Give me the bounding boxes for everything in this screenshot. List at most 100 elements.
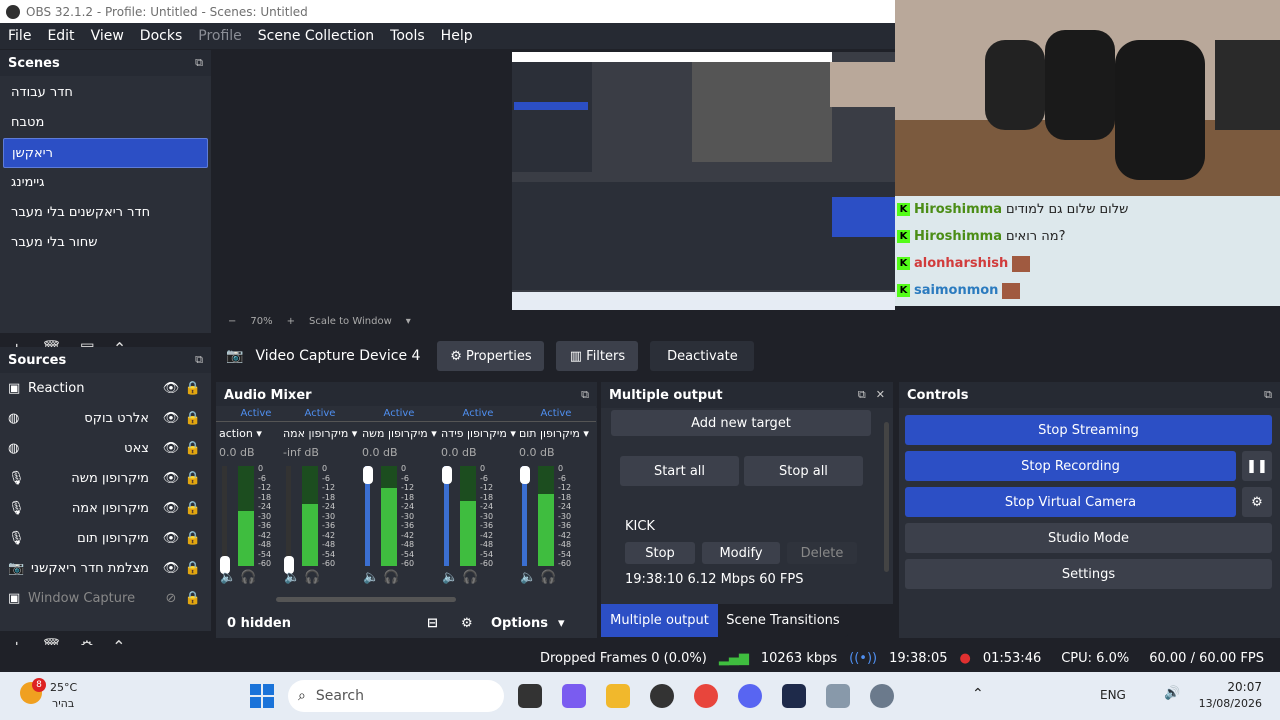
multi-scrollbar[interactable] <box>884 422 889 572</box>
scale-mode[interactable]: Scale to Window <box>309 316 392 327</box>
start-all-button[interactable]: Start all <box>620 456 739 486</box>
undock-icon[interactable]: ⧉ <box>858 388 866 402</box>
eye-hidden-icon[interactable]: ⊘ <box>159 591 183 606</box>
source-item[interactable]: ◍ אלרט בוקס 👁 🔒 <box>0 403 211 433</box>
lock-icon[interactable]: 🔒 <box>183 591 203 606</box>
source-item[interactable]: 📷 מצלמת חדר ריאקשני 👁 🔒 <box>0 553 211 583</box>
channel-name[interactable]: מיקרופון פידה ▾ <box>438 422 518 446</box>
app-icon[interactable] <box>826 684 850 708</box>
menu-file[interactable]: File <box>0 28 39 44</box>
obs-icon[interactable] <box>650 684 674 708</box>
scene-item[interactable]: מטבח <box>0 108 211 138</box>
menu-profile[interactable]: Profile <box>190 28 250 44</box>
menu-help[interactable]: Help <box>433 28 481 44</box>
headphones-icon[interactable]: 🎧 <box>383 570 399 585</box>
stop-streaming-button[interactable]: Stop Streaming <box>905 415 1272 445</box>
eye-icon[interactable]: 👁 <box>159 471 183 486</box>
scene-item-selected[interactable]: ריאקשן <box>3 138 208 168</box>
clock-time[interactable]: 20:07 <box>1200 680 1262 694</box>
chrome-icon[interactable] <box>694 684 718 708</box>
studio-mode-button[interactable]: Studio Mode <box>905 523 1272 553</box>
speaker-icon[interactable]: 🔈 <box>220 570 236 585</box>
volume-icon[interactable]: 🔊 <box>1164 686 1180 701</box>
scene-item[interactable]: גיימינג <box>0 168 211 198</box>
undock-icon[interactable]: ⧉ <box>195 56 203 70</box>
headphones-icon[interactable]: 🎧 <box>540 570 556 585</box>
mixer-scrollbar[interactable] <box>276 597 456 602</box>
channel-name[interactable]: מיקרופון תום ▾ <box>516 422 596 446</box>
fader-knob[interactable] <box>442 466 452 484</box>
speaker-icon[interactable]: 🔈 <box>284 570 300 585</box>
delete-button[interactable]: Delete <box>787 542 857 564</box>
source-item[interactable]: 🎙 מיקרופון אמה 👁 🔒 <box>0 493 211 523</box>
eye-icon[interactable]: 👁 <box>159 501 183 516</box>
lock-icon[interactable]: 🔒 <box>183 531 203 546</box>
chevron-down-icon[interactable]: ▾ <box>558 616 565 631</box>
lock-icon[interactable]: 🔒 <box>183 441 203 456</box>
headphones-icon[interactable]: 🎧 <box>462 570 478 585</box>
volume-fader[interactable] <box>222 466 227 566</box>
speaker-icon[interactable]: 🔈 <box>442 570 458 585</box>
menu-view[interactable]: View <box>83 28 132 44</box>
app-icon[interactable] <box>782 684 806 708</box>
modify-button[interactable]: Modify <box>702 542 780 564</box>
menu-docks[interactable]: Docks <box>132 28 190 44</box>
gear-icon[interactable]: ⚙ <box>461 616 491 631</box>
fader-knob[interactable] <box>520 466 530 484</box>
settings-button[interactable]: Settings <box>905 559 1272 589</box>
source-item[interactable]: ▣ Reaction 👁 🔒 <box>0 373 211 403</box>
tab-scene-transitions[interactable]: Scene Transitions <box>718 604 848 637</box>
lock-icon[interactable]: 🔒 <box>183 381 203 396</box>
lock-icon[interactable]: 🔒 <box>183 501 203 516</box>
headphones-icon[interactable]: 🎧 <box>240 570 256 585</box>
pause-icon[interactable]: ❚❚ <box>1242 451 1272 481</box>
clock-date[interactable]: 13/08/2026 <box>1192 697 1262 710</box>
scene-item[interactable]: שחור בלי מעבר <box>0 228 211 258</box>
stop-recording-button[interactable]: Stop Recording <box>905 451 1236 481</box>
source-item[interactable]: ◍ צאט 👁 🔒 <box>0 433 211 463</box>
start-icon[interactable] <box>250 684 274 708</box>
search-input[interactable]: ⌕ Search <box>288 680 504 712</box>
channel-name[interactable]: מיקרופון אמה ▾ <box>280 422 360 446</box>
speaker-icon[interactable]: 🔈 <box>363 570 379 585</box>
stop-virtual-camera-button[interactable]: Stop Virtual Camera <box>905 487 1236 517</box>
stop-target-button[interactable]: Stop <box>625 542 695 564</box>
chevron-up-icon[interactable]: ⌃ <box>972 686 984 702</box>
lock-icon[interactable]: 🔒 <box>183 411 203 426</box>
eye-icon[interactable]: 👁 <box>159 561 183 576</box>
speaker-icon[interactable]: 🔈 <box>520 570 536 585</box>
menu-tools[interactable]: Tools <box>382 28 433 44</box>
lock-icon[interactable]: 🔒 <box>183 471 203 486</box>
channel-name[interactable]: מיקרופון משה ▾ <box>359 422 439 446</box>
zoom-out-icon[interactable]: − <box>228 316 236 327</box>
menu-scene-collection[interactable]: Scene Collection <box>250 28 382 44</box>
eye-icon[interactable]: 👁 <box>159 411 183 426</box>
source-item[interactable]: 🎙 מיקרופון משה 👁 🔒 <box>0 463 211 493</box>
options-button[interactable]: Options <box>491 616 548 631</box>
eye-icon[interactable]: 👁 <box>159 381 183 396</box>
task-view-icon[interactable] <box>518 684 542 708</box>
properties-button[interactable]: ⚙ Properties <box>437 341 545 371</box>
scene-item[interactable]: חדר ריאקשנים בלי מעבר <box>0 198 211 228</box>
preview-canvas[interactable] <box>220 50 895 312</box>
undock-icon[interactable]: ⧉ <box>1264 388 1272 402</box>
menu-edit[interactable]: Edit <box>39 28 82 44</box>
fader-knob[interactable] <box>363 466 373 484</box>
copilot-icon[interactable] <box>562 684 586 708</box>
tab-multiple-output[interactable]: Multiple output <box>601 604 718 637</box>
zoom-in-icon[interactable]: + <box>287 316 295 327</box>
chevron-down-icon[interactable]: ▾ <box>406 316 411 327</box>
layout-icon[interactable]: ⊟ <box>427 616 461 631</box>
source-item[interactable]: ▣ Window Capture ⊘ 🔒 <box>0 583 211 613</box>
add-target-button[interactable]: Add new target <box>611 410 871 436</box>
eye-icon[interactable]: 👁 <box>159 441 183 456</box>
filters-button[interactable]: ▥ Filters <box>556 341 639 371</box>
deactivate-button[interactable]: Deactivate <box>650 341 755 371</box>
source-item[interactable]: 🎙 מיקרופון תום 👁 🔒 <box>0 523 211 553</box>
gear-icon[interactable]: ⚙ <box>1242 487 1272 517</box>
headphones-icon[interactable]: 🎧 <box>304 570 320 585</box>
lock-icon[interactable]: 🔒 <box>183 561 203 576</box>
file-explorer-icon[interactable] <box>606 684 630 708</box>
undock-icon[interactable]: ⧉ <box>195 353 203 367</box>
scene-item[interactable]: חדר עבודה <box>0 78 211 108</box>
